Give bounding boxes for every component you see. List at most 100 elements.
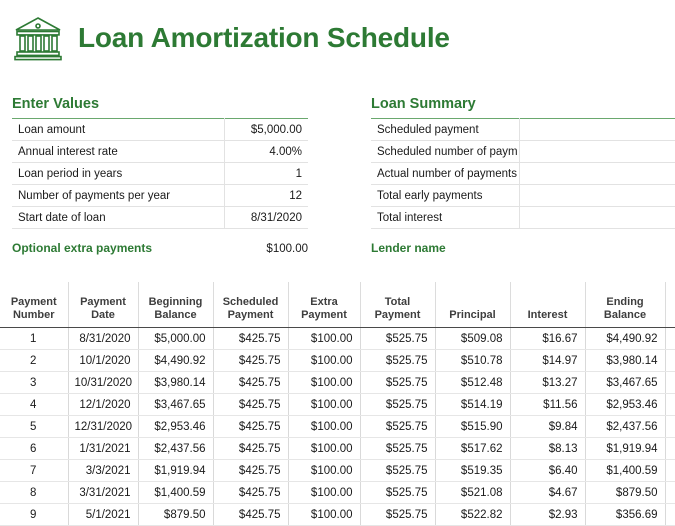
cell-principal: $509.08	[435, 327, 511, 350]
loan-summary-label: Scheduled payment	[371, 118, 520, 141]
cell-scheduled-payment: $425.75	[213, 349, 289, 372]
cell-scheduled-payment: $425.75	[213, 481, 289, 504]
cell-total-payment: $525.75	[360, 459, 436, 482]
cell-extra-payment: $100.00	[288, 481, 361, 504]
table-row: 3 10/31/2020 $3,980.14 $425.75 $100.00 $…	[0, 371, 675, 394]
scheduled-number-payments-value	[519, 140, 675, 163]
enter-values-label: Number of payments per year	[12, 184, 225, 207]
actual-number-payments-value	[519, 162, 675, 185]
cell-beginning-balance: $879.50	[138, 503, 214, 526]
cell-total-payment: $525.75	[360, 349, 436, 372]
cell-payment-number: 3	[0, 371, 69, 394]
cell-principal: $519.35	[435, 459, 511, 482]
column-header-payment-date: Payment Date	[68, 282, 139, 328]
cell-principal: $510.78	[435, 349, 511, 372]
cell-principal: $517.62	[435, 437, 511, 460]
table-row: 8 3/31/2021 $1,400.59 $425.75 $100.00 $5…	[0, 481, 675, 504]
cell-payment-number: 2	[0, 349, 69, 372]
loan-summary-label: Actual number of payments	[371, 162, 520, 185]
column-header-extra-payment: Extra Payment	[288, 282, 361, 328]
payments-per-year-input[interactable]: 12	[224, 184, 308, 207]
cell-total-payment: $525.75	[360, 481, 436, 504]
cell-payment-date: 12/1/2020	[68, 393, 139, 416]
cell-payment-number: 5	[0, 415, 69, 438]
table-row: Scheduled number of paym	[371, 140, 675, 163]
cell-interest: $6.40	[510, 459, 586, 482]
total-early-payments-value	[519, 184, 675, 207]
loan-period-years-input[interactable]: 1	[224, 162, 308, 185]
loan-summary-label: Total interest	[371, 206, 520, 229]
cell-principal: $512.48	[435, 371, 511, 394]
enter-values-label: Loan period in years	[12, 162, 225, 185]
cell-interest: $14.97	[510, 349, 586, 372]
cell-extra-payment: $100.00	[288, 415, 361, 438]
cell-interest: $2.93	[510, 503, 586, 526]
table-row: Loan amount $5,000.00	[12, 118, 308, 141]
cell-interest: $8.13	[510, 437, 586, 460]
column-header-overflow	[665, 282, 675, 328]
cell-payment-number: 7	[0, 459, 69, 482]
cell-payment-date: 10/31/2020	[68, 371, 139, 394]
column-header-ending-balance: Ending Balance	[585, 282, 666, 328]
table-row: 5 12/31/2020 $2,953.46 $425.75 $100.00 $…	[0, 415, 675, 438]
cell-overflow	[665, 437, 675, 460]
cell-interest: $11.56	[510, 393, 586, 416]
cell-ending-balance: $1,400.59	[585, 459, 666, 482]
cell-scheduled-payment: $425.75	[213, 371, 289, 394]
table-row: 9 5/1/2021 $879.50 $425.75 $100.00 $525.…	[0, 503, 675, 526]
cell-beginning-balance: $3,467.65	[138, 393, 214, 416]
cell-scheduled-payment: $425.75	[213, 393, 289, 416]
column-header-total-payment: Total Payment	[360, 282, 436, 328]
table-row: Number of payments per year 12	[12, 184, 308, 207]
cell-scheduled-payment: $425.75	[213, 503, 289, 526]
cell-overflow	[665, 503, 675, 526]
table-row: 2 10/1/2020 $4,490.92 $425.75 $100.00 $5…	[0, 349, 675, 372]
loan-summary-panel: Loan Summary Scheduled payment Scheduled…	[371, 96, 675, 255]
cell-payment-date: 12/31/2020	[68, 415, 139, 438]
cell-scheduled-payment: $425.75	[213, 415, 289, 438]
cell-scheduled-payment: $425.75	[213, 437, 289, 460]
cell-payment-number: 9	[0, 503, 69, 526]
cell-scheduled-payment: $425.75	[213, 327, 289, 350]
enter-values-label: Annual interest rate	[12, 140, 225, 163]
start-date-input[interactable]: 8/31/2020	[224, 206, 308, 229]
annual-interest-rate-input[interactable]: 4.00%	[224, 140, 308, 163]
column-header-interest: Interest	[510, 282, 586, 328]
loan-summary-label: Scheduled number of paym	[371, 140, 520, 163]
enter-values-table: Loan amount $5,000.00 Annual interest ra…	[12, 118, 308, 229]
cell-payment-date: 10/1/2020	[68, 349, 139, 372]
cell-interest: $13.27	[510, 371, 586, 394]
column-header-principal: Principal	[435, 282, 511, 328]
cell-payment-date: 1/31/2021	[68, 437, 139, 460]
cell-beginning-balance: $4,490.92	[138, 349, 214, 372]
cell-total-payment: $525.75	[360, 503, 436, 526]
loan-amount-input[interactable]: $5,000.00	[224, 118, 308, 141]
column-header-scheduled-payment: Scheduled Payment	[213, 282, 289, 328]
cell-ending-balance: $2,953.46	[585, 393, 666, 416]
loan-summary-table: Scheduled payment Scheduled number of pa…	[371, 118, 675, 229]
optional-extra-payments-input[interactable]: $100.00	[266, 243, 308, 255]
cell-payment-date: 8/31/2020	[68, 327, 139, 350]
column-header-beginning-balance: Beginning Balance	[138, 282, 214, 328]
cell-interest: $16.67	[510, 327, 586, 350]
cell-ending-balance: $3,980.14	[585, 349, 666, 372]
cell-ending-balance: $356.69	[585, 503, 666, 526]
cell-ending-balance: $3,467.65	[585, 371, 666, 394]
cell-interest: $9.84	[510, 415, 586, 438]
enter-values-panel: Enter Values Loan amount $5,000.00 Annua…	[12, 96, 308, 255]
scheduled-payment-value	[519, 118, 675, 141]
cell-payment-number: 1	[0, 327, 69, 350]
cell-overflow	[665, 393, 675, 416]
cell-extra-payment: $100.00	[288, 393, 361, 416]
cell-payment-date: 3/31/2021	[68, 481, 139, 504]
cell-beginning-balance: $1,919.94	[138, 459, 214, 482]
enter-values-label: Loan amount	[12, 118, 225, 141]
bank-building-icon	[12, 14, 64, 62]
table-row: Total early payments	[371, 184, 675, 207]
cell-extra-payment: $100.00	[288, 503, 361, 526]
cell-total-payment: $525.75	[360, 437, 436, 460]
cell-ending-balance: $2,437.56	[585, 415, 666, 438]
cell-overflow	[665, 327, 675, 350]
cell-ending-balance: $1,919.94	[585, 437, 666, 460]
cell-principal: $515.90	[435, 415, 511, 438]
